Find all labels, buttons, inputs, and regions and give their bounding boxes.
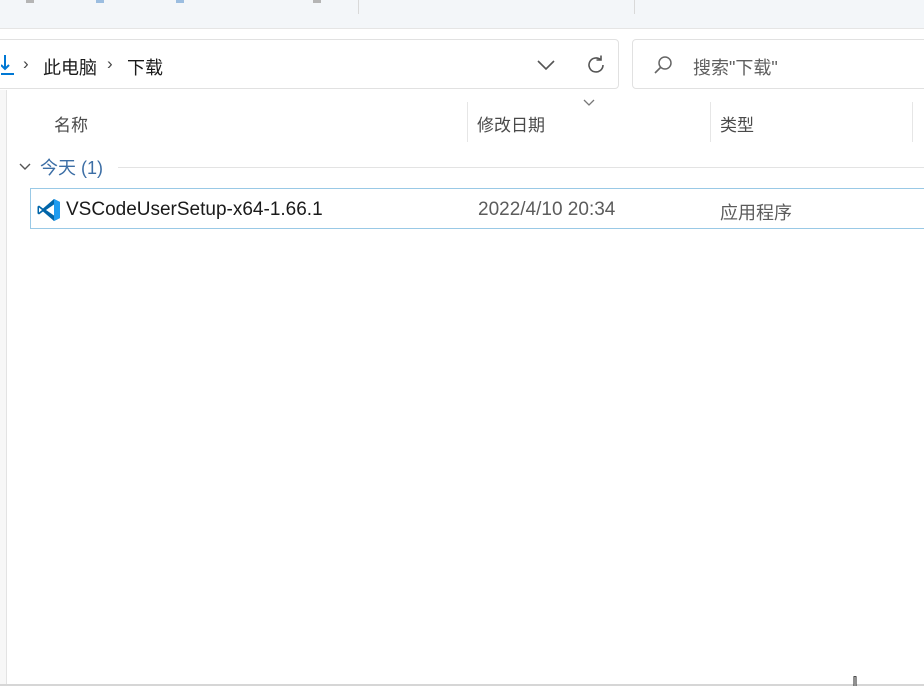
sort-chevron-icon — [583, 99, 595, 106]
column-header-name[interactable]: 名称 — [54, 111, 88, 136]
cursor-icon — [853, 676, 857, 686]
search-input[interactable]: 搜索"下载" — [693, 54, 778, 80]
search-icon — [654, 56, 672, 74]
group-label: 今天 (1) — [40, 158, 103, 178]
breadcrumb-chevron[interactable]: › — [107, 54, 113, 74]
toolbar-fragment — [176, 0, 184, 3]
column-divider[interactable] — [710, 102, 711, 142]
file-row[interactable]: VSCodeUserSetup-x64-1.66.1 2022/4/10 20:… — [30, 188, 924, 229]
command-bar — [0, 0, 924, 29]
address-bar[interactable]: › 此电脑 › 下载 — [0, 39, 619, 89]
file-name[interactable]: VSCodeUserSetup-x64-1.66.1 — [66, 199, 323, 221]
column-header-modified[interactable]: 修改日期 — [477, 111, 545, 136]
breadcrumb-chevron[interactable]: › — [23, 54, 29, 74]
download-folder-icon — [1, 55, 14, 75]
file-type: 应用程序 — [720, 203, 792, 223]
search-box[interactable]: 搜索"下载" — [632, 39, 924, 89]
refresh-icon[interactable] — [584, 53, 608, 77]
toolbar-fragment — [26, 0, 34, 3]
chevron-down-icon[interactable] — [18, 160, 32, 174]
column-divider[interactable] — [467, 102, 468, 142]
toolbar-separator — [634, 0, 635, 14]
breadcrumb-downloads[interactable]: 下载 — [127, 54, 163, 80]
group-divider — [118, 167, 924, 168]
breadcrumb-this-pc[interactable]: 此电脑 — [43, 54, 97, 80]
navigation-pane-edge — [0, 90, 7, 686]
toolbar-separator — [358, 0, 359, 14]
toolbar-fragment — [96, 0, 104, 3]
file-modified-date: 2022/4/10 20:34 — [478, 199, 616, 220]
chevron-down-icon[interactable] — [535, 55, 557, 75]
group-header-today[interactable]: 今天 (1) — [18, 155, 103, 179]
toolbar-fragment — [313, 0, 321, 3]
vscode-icon — [37, 199, 60, 221]
column-divider[interactable] — [912, 102, 913, 142]
column-header-type[interactable]: 类型 — [720, 111, 754, 136]
